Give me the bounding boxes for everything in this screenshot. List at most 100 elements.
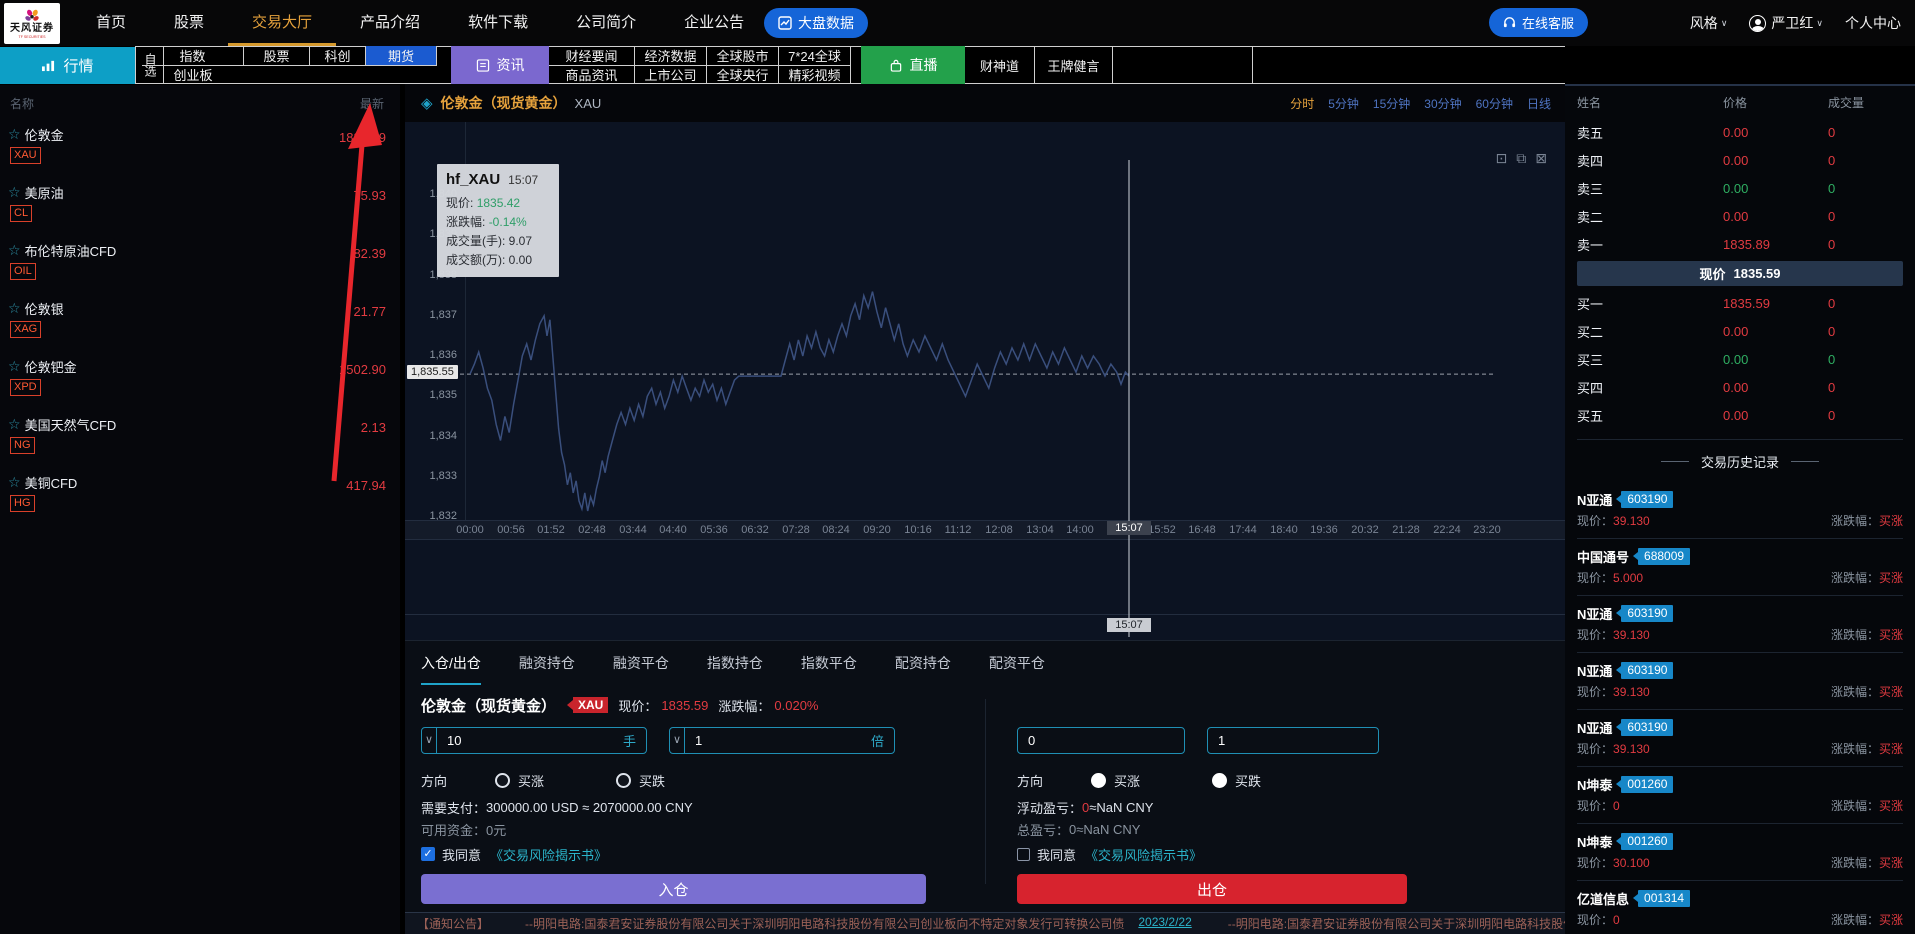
leverage-dropdown-chevron-icon[interactable]: ∨ [670,728,685,753]
ask-row-2[interactable]: 卖三0.000 [1577,174,1903,202]
news-tab-2[interactable]: 全球股市 [707,46,779,65]
watchlist-item-HG[interactable]: ☆美铜CFDHG417.94 [0,467,400,525]
ask-row-3[interactable]: 卖二0.000 [1577,202,1903,230]
announcement-ticker[interactable]: 【通知公告】 --明阳电路:国泰君安证券股份有限公司关于深圳明阳电路科技股份有限… [405,912,1565,934]
news-tab-row2-0[interactable]: 商品资讯 [549,65,635,84]
trade-tab-3[interactable]: 指数持仓 [707,641,763,685]
chart-pane[interactable]: ⊡ ⧉ ⊠ 1,8401,8391,8381,8371,8361,8351,83… [405,122,1565,640]
style-menu[interactable]: 风格 ∨ [1690,13,1728,33]
favorite-star-icon[interactable]: ☆ [8,242,21,259]
close-lots-input[interactable] [1018,733,1185,748]
history-row-6[interactable]: N坤泰001260现价：30.100涨跌幅：买涨 [1577,824,1903,881]
trade-tab-1[interactable]: 融资持仓 [519,641,575,685]
nav-item-1[interactable]: 股票 [150,0,228,46]
risk-agreement-link[interactable]: 《交易风险揭示书》 [490,845,607,864]
news-tab-0[interactable]: 财经要闻 [549,46,635,65]
nav-item-4[interactable]: 软件下载 [444,0,552,46]
timeframe-15分钟[interactable]: 15分钟 [1373,95,1410,112]
timeframe-30分钟[interactable]: 30分钟 [1424,95,1461,112]
timeframe-分时[interactable]: 分时 [1290,95,1314,112]
news-tab-1[interactable]: 经济数据 [635,46,707,65]
trade-tab-6[interactable]: 配资平仓 [989,641,1045,685]
agreement-checkbox-checked[interactable]: ✓ [421,847,435,861]
personal-center-link[interactable]: 个人中心 [1845,13,1901,33]
nav-item-6[interactable]: 企业公告 [660,0,768,46]
news-tab-row2-2[interactable]: 全球央行 [707,65,779,84]
close-risk-agreement-link[interactable]: 《交易风险揭示书》 [1085,845,1202,864]
open-position-button[interactable]: 入仓 [421,874,926,904]
bid-row-2[interactable]: 买三0.000 [1577,345,1903,373]
lots-dropdown-chevron-icon[interactable]: ∨ [422,728,437,753]
leverage-input[interactable] [685,733,871,748]
buy-up-radio[interactable]: 买涨 [495,771,544,790]
bid-row-0[interactable]: 买一1835.590 [1577,289,1903,317]
lots-input[interactable] [437,733,623,748]
watchlist-item-NG[interactable]: ☆美国天然气CFDNG2.13 [0,409,400,467]
watchlist-item-XAG[interactable]: ☆伦敦银XAG21.77 [0,293,400,351]
favorite-star-icon[interactable]: ☆ [8,184,21,201]
nav-item-0[interactable]: 首页 [72,0,150,46]
market-tab-科创[interactable]: 科创 [310,46,366,65]
history-row-0[interactable]: N亚通603190现价：39.130涨跌幅：买涨 [1577,482,1903,539]
nav-item-3[interactable]: 产品介绍 [336,0,444,46]
watchlist-item-CL[interactable]: ☆美原油CL75.93 [0,177,400,235]
history-change-label: 涨跌幅： [1831,797,1879,814]
maximize-icon[interactable]: ⊡ [1496,150,1508,167]
close-buy-up-radio[interactable]: 买涨 [1091,771,1140,790]
news-label: 资讯 [497,55,525,75]
favorite-star-icon[interactable]: ☆ [8,416,21,433]
extra-tab-王牌健言[interactable]: 王牌健言 [1035,46,1113,84]
history-row-4[interactable]: N亚通603190现价：39.130涨跌幅：买涨 [1577,710,1903,767]
bid-row-4[interactable]: 买五0.000 [1577,401,1903,429]
close-leverage-input[interactable] [1208,733,1379,748]
ob-level-volume: 0 [1828,153,1903,168]
ticker-date[interactable]: 2023/2/22 [1138,915,1191,932]
watchlist-item-XAU[interactable]: ☆伦敦金XAU1835.59 [0,119,400,177]
news-tab-3[interactable]: 7*24全球 [779,46,851,65]
timeframe-5分钟[interactable]: 5分钟 [1328,95,1359,112]
bid-row-3[interactable]: 买四0.000 [1577,373,1903,401]
close-position-button[interactable]: 出仓 [1017,874,1407,904]
market-data-button[interactable]: 大盘数据 [764,8,868,38]
bid-row-1[interactable]: 买二0.000 [1577,317,1903,345]
ask-row-1[interactable]: 卖四0.000 [1577,146,1903,174]
watchlist-item-XPD[interactable]: ☆伦敦钯金XPD1502.90 [0,351,400,409]
online-service-button[interactable]: 在线客服 [1489,8,1588,37]
market-tab-chinext[interactable]: 创业板 [142,65,244,84]
ask-row-4[interactable]: 卖一1835.890 [1577,230,1903,258]
market-tab-指数[interactable]: 指数 [142,46,244,65]
history-row-1[interactable]: 中国通号688009现价：5.000涨跌幅：买涨 [1577,539,1903,596]
close-icon[interactable]: ⊠ [1535,150,1547,167]
close-agreement-checkbox-unchecked[interactable] [1017,848,1030,861]
quotes-button[interactable]: 行情 [0,47,135,84]
watchlist-item-OIL[interactable]: ☆布伦特原油CFDOIL82.39 [0,235,400,293]
nav-item-2[interactable]: 交易大厅 [228,0,336,46]
trade-tab-2[interactable]: 融资平仓 [613,641,669,685]
trade-tab-0[interactable]: 入仓/出仓 [421,641,481,685]
favorite-star-icon[interactable]: ☆ [8,474,21,491]
news-tab-row2-1[interactable]: 上市公司 [635,65,707,84]
trade-tab-4[interactable]: 指数平仓 [801,641,857,685]
trade-tab-5[interactable]: 配资持仓 [895,641,951,685]
user-menu[interactable]: 严卫红 ∨ [1749,13,1823,33]
history-row-7[interactable]: 亿道信息001314现价：0涨跌幅：买涨 [1577,881,1903,934]
nav-item-5[interactable]: 公司简介 [552,0,660,46]
timeframe-日线[interactable]: 日线 [1527,95,1551,112]
ask-row-0[interactable]: 卖五0.000 [1577,118,1903,146]
restore-icon[interactable]: ⧉ [1516,150,1526,167]
history-row-2[interactable]: N亚通603190现价：39.130涨跌幅：买涨 [1577,596,1903,653]
history-row-5[interactable]: N坤泰001260现价：0涨跌幅：买涨 [1577,767,1903,824]
extra-tab-财神道[interactable]: 财神道 [965,46,1035,84]
timeframe-60分钟[interactable]: 60分钟 [1476,95,1513,112]
favorite-star-icon[interactable]: ☆ [8,126,21,143]
live-button[interactable]: 直播 [861,46,965,84]
market-tab-股票[interactable]: 股票 [244,46,310,65]
history-row-3[interactable]: N亚通603190现价：39.130涨跌幅：买涨 [1577,653,1903,710]
favorite-star-icon[interactable]: ☆ [8,358,21,375]
news-button[interactable]: 资讯 [451,46,549,84]
buy-down-radio[interactable]: 买跌 [616,771,665,790]
favorite-star-icon[interactable]: ☆ [8,300,21,317]
market-tab-期货[interactable]: 期货 [366,46,437,65]
news-tab-row2-3[interactable]: 精彩视频 [779,65,851,84]
close-buy-down-radio[interactable]: 买跌 [1212,771,1261,790]
